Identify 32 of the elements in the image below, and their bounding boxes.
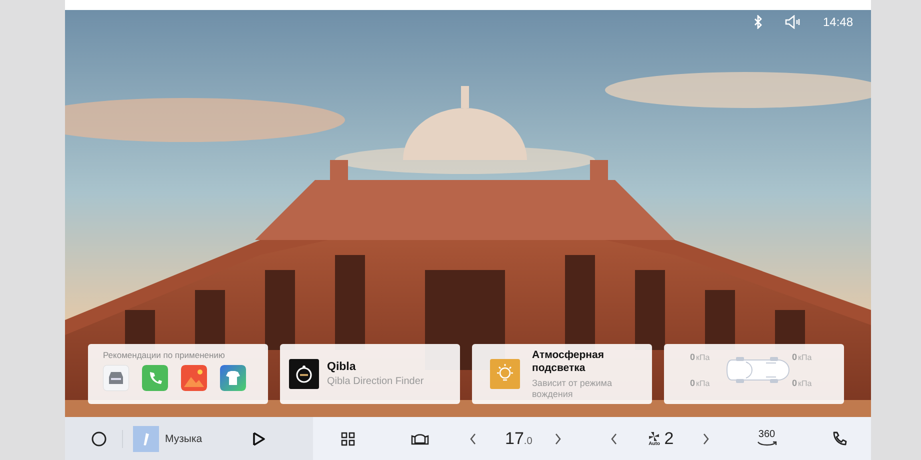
tire-pressure-reading: 0кПа (792, 352, 813, 362)
fan-speed: 2 (664, 428, 674, 448)
tire-pressure-reading: 0кПа (690, 378, 711, 388)
fan-down-icon[interactable] (610, 432, 618, 446)
shirt-app-icon[interactable] (220, 365, 246, 391)
phone-icon[interactable] (832, 431, 847, 446)
card-title: Qibla (327, 361, 357, 373)
home-button-icon[interactable] (91, 430, 107, 446)
tire-pressure-reading: 0кПа (792, 378, 813, 388)
light-bulb-icon (490, 359, 520, 389)
card-subtitle: Qibla Direction Finder (327, 376, 424, 387)
temperature-down-icon[interactable] (469, 432, 477, 446)
card-title: Атмосферная подсветка (532, 348, 605, 374)
apps-grid-icon[interactable] (341, 432, 355, 446)
surround-view-button[interactable]: 360 (756, 430, 778, 447)
ambient-light-card[interactable]: Атмосферная подсветка Зависит от режима вождения (472, 344, 652, 404)
compass-icon (289, 359, 319, 389)
rotate-arrow-icon (756, 441, 778, 447)
clock-time: 14:48 (822, 15, 853, 29)
tire-pressure-reading: 0кПа (690, 352, 711, 362)
fan-up-icon[interactable] (702, 432, 710, 446)
card-title: Рекомендации по применению (103, 350, 225, 360)
temperature-reading: 17.0 (505, 428, 532, 448)
qibla-card[interactable]: Qibla Qibla Direction Finder (280, 344, 460, 404)
music-player-button[interactable]: Музыка (133, 426, 202, 452)
card-subtitle: Зависит от режима вождения (532, 378, 613, 400)
volume-icon (784, 15, 801, 29)
seat-icon[interactable] (411, 432, 429, 445)
car-top-view-drawing (726, 355, 792, 385)
bluetooth-icon (752, 15, 763, 29)
play-icon[interactable] (252, 430, 266, 446)
temperature-up-icon[interactable] (554, 432, 562, 446)
